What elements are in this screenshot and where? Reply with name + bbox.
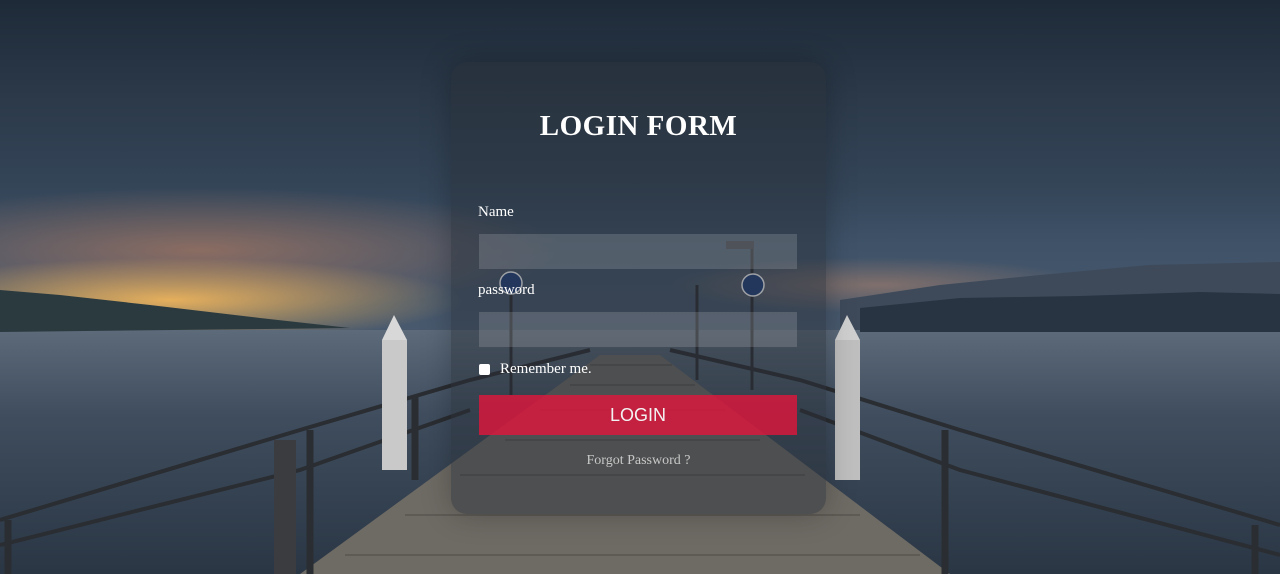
password-label: password xyxy=(478,282,535,298)
remember-me-row[interactable]: Remember me. xyxy=(479,361,592,378)
remember-me-checkbox[interactable] xyxy=(479,364,490,375)
name-input[interactable] xyxy=(479,234,797,269)
form-title: LOGIN FORM xyxy=(539,110,738,142)
name-label: Name xyxy=(478,204,514,220)
password-input[interactable] xyxy=(479,312,797,347)
forgot-password-link[interactable]: Forgot Password ? xyxy=(451,453,826,469)
remember-me-label: Remember me. xyxy=(500,361,592,377)
login-button[interactable]: LOGIN xyxy=(479,395,797,435)
